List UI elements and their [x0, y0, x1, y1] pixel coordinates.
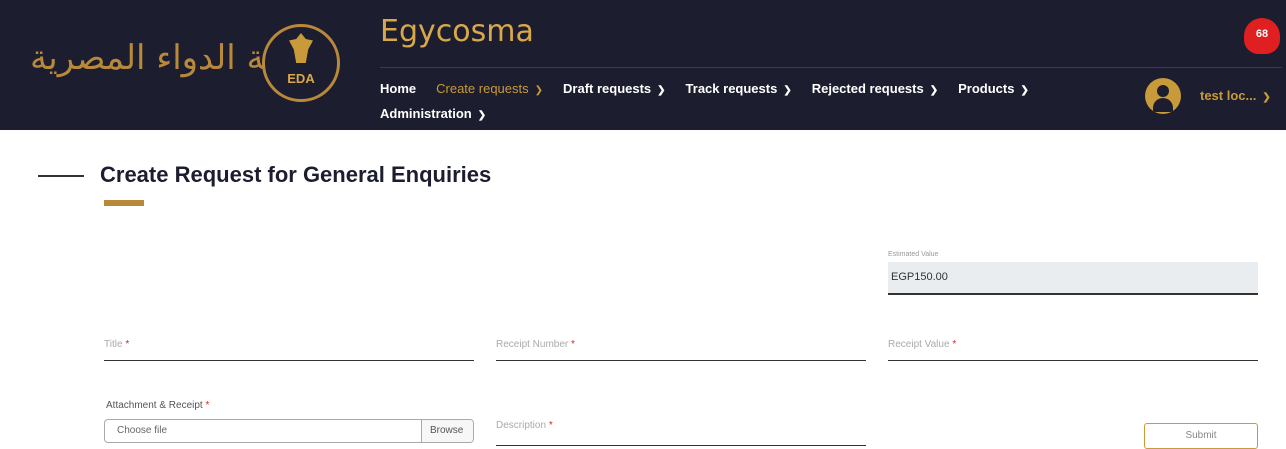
main-nav: Home Create requests ❯ Draft requests ❯ Tr… — [380, 80, 1100, 124]
seal-label: EDA — [287, 71, 315, 86]
estimated-value-field: EGP150.00 — [888, 262, 1258, 295]
attachment-file-input[interactable]: Choose file Browse — [104, 419, 474, 443]
user-avatar-icon[interactable] — [1145, 78, 1181, 114]
browse-button[interactable]: Browse — [421, 420, 473, 442]
nav-rejected-requests[interactable]: Rejected requests ❯ — [812, 80, 938, 99]
chevron-down-icon: ❯ — [783, 85, 792, 96]
required-mark: * — [125, 339, 130, 350]
nav-track-requests[interactable]: Track requests ❯ — [686, 80, 792, 99]
title-underline — [104, 200, 144, 206]
chevron-down-icon: ❯ — [929, 85, 939, 96]
notification-count-badge: 68 — [1255, 28, 1269, 40]
estimated-value-label: Estimated Value — [888, 251, 939, 258]
title-field[interactable]: Title * — [104, 331, 474, 361]
avatar-body — [1153, 98, 1173, 112]
receipt-value-label: Receipt Value * — [888, 339, 957, 350]
user-menu[interactable]: test loc... ❯ — [1200, 88, 1271, 103]
description-label: Description * — [496, 420, 553, 431]
nav-administration[interactable]: Administration ❯ — [380, 105, 486, 124]
chevron-down-icon: ❯ — [1020, 85, 1029, 96]
page-title: Create Request for General Enquiries — [100, 162, 492, 187]
app-title: Egycosma — [380, 14, 534, 49]
chevron-down-icon: ❯ — [534, 85, 544, 96]
nav-products[interactable]: Products ❯ — [958, 80, 1029, 99]
choose-file-text[interactable]: Choose file — [105, 420, 421, 442]
receipt-number-field[interactable]: Receipt Number * — [496, 331, 866, 361]
eagle-icon — [289, 33, 313, 63]
nav-create-requests[interactable]: Create requests ❯ — [436, 80, 543, 99]
eda-seal-logo: EDA — [262, 24, 340, 102]
title-label: Title * — [104, 339, 130, 350]
notification-bell-icon[interactable]: 68 — [1244, 18, 1280, 54]
chevron-down-icon: ❯ — [657, 85, 666, 96]
nav-home[interactable]: Home — [380, 80, 416, 99]
attachment-label: Attachment & Receipt * — [106, 400, 210, 411]
title-dash — [38, 175, 84, 177]
chevron-down-icon: ❯ — [477, 110, 487, 121]
nav-draft-requests[interactable]: Draft requests ❯ — [563, 80, 666, 99]
top-header: هيئة الدواء المصرية EDA Egycosma Home Cr… — [0, 0, 1286, 130]
header-divider — [380, 67, 1282, 68]
chevron-down-icon: ❯ — [1262, 92, 1271, 103]
required-mark: * — [205, 400, 210, 411]
description-field[interactable]: Description * — [496, 412, 866, 446]
submit-button[interactable]: Submit — [1144, 423, 1258, 449]
required-mark: * — [952, 339, 957, 350]
required-mark: * — [571, 339, 575, 350]
receipt-value-field[interactable]: Receipt Value * — [888, 331, 1258, 361]
avatar-head — [1157, 85, 1169, 97]
required-mark: * — [548, 420, 553, 431]
receipt-number-label: Receipt Number * — [496, 339, 575, 350]
